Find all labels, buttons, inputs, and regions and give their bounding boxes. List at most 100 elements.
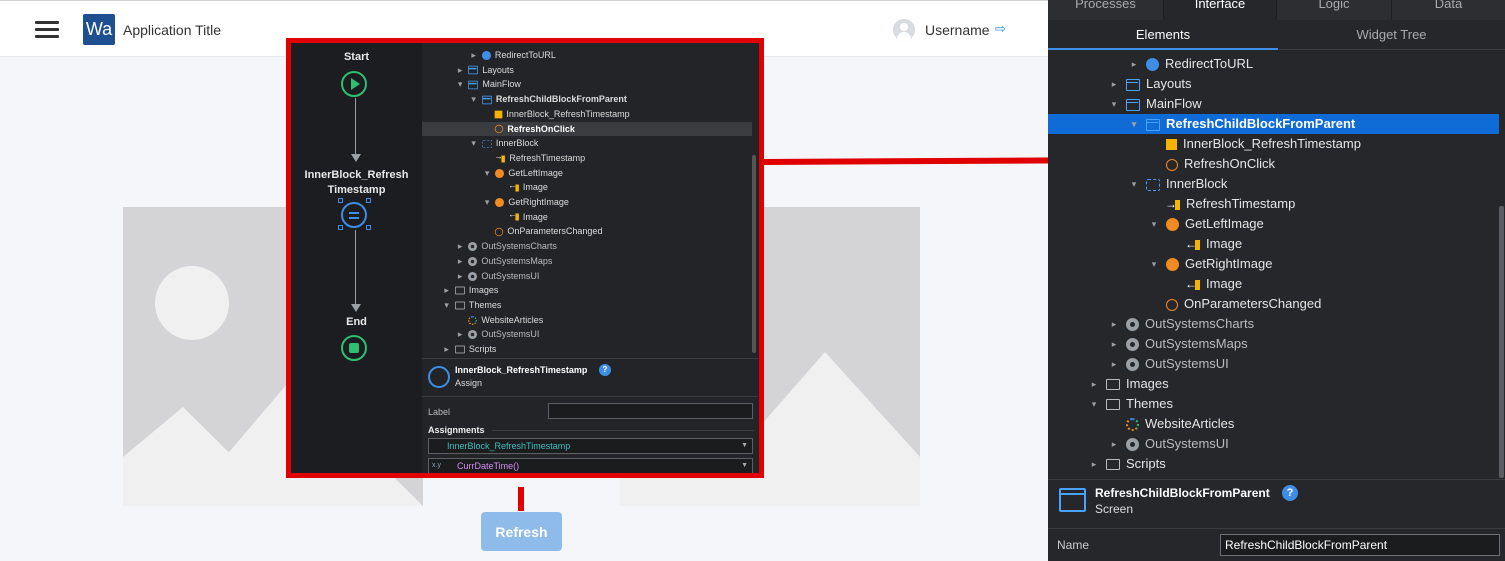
scrollbar[interactable]: [1499, 206, 1504, 478]
chevron-down-icon[interactable]: ▾: [483, 195, 491, 210]
chevron-right-icon[interactable]: ▸: [456, 239, 464, 254]
chevron-down-icon[interactable]: ▾: [470, 92, 478, 107]
aggregate-icon: [495, 168, 505, 178]
tree-item[interactable]: ▾ GetRightImage: [422, 195, 752, 210]
tree-item[interactable]: ▸ OutSystemsCharts: [422, 239, 752, 254]
chevron-down-icon[interactable]: ▾: [1148, 254, 1160, 274]
chevron-right-icon[interactable]: ▸: [1108, 334, 1120, 354]
tree-item[interactable]: ▾ RefreshChildBlockFromParent: [1048, 114, 1499, 134]
tree-item[interactable]: RefreshOnClick: [1048, 154, 1499, 174]
input-parameter-icon: [495, 151, 506, 163]
tab-logic[interactable]: Logic: [1277, 0, 1392, 20]
selection-handle[interactable]: [338, 198, 343, 203]
tree-item[interactable]: ▸ OutSystemsUI: [1048, 354, 1499, 374]
chevron-right-icon[interactable]: ▸: [456, 269, 464, 284]
end-node-icon[interactable]: [341, 335, 367, 361]
chevron-right-icon[interactable]: ▸: [1108, 434, 1120, 454]
tree-item[interactable]: Image: [422, 210, 752, 225]
start-node-icon[interactable]: [341, 71, 367, 97]
tree-item[interactable]: ▾ GetLeftImage: [1048, 214, 1499, 234]
tree-item[interactable]: ▸ Scripts: [1048, 454, 1499, 474]
tree-item[interactable]: OnParametersChanged: [422, 224, 752, 239]
tab-processes[interactable]: Processes: [1048, 0, 1164, 20]
chevron-right-icon[interactable]: ▸: [1088, 374, 1100, 394]
chevron-down-icon[interactable]: ▾: [1088, 394, 1100, 414]
chevron-right-icon[interactable]: ▸: [1108, 354, 1120, 374]
avatar[interactable]: [893, 19, 915, 41]
chevron-down-icon[interactable]: ▾: [1128, 114, 1140, 134]
assignment-value-select[interactable]: x.y CurrDateTime() ▼: [428, 458, 753, 473]
tree-item[interactable]: ▸ Images: [422, 283, 752, 298]
assignment-target-select[interactable]: InnerBlock_RefreshTimestamp ▼: [428, 438, 753, 454]
help-icon[interactable]: ?: [1282, 485, 1298, 501]
tree-item[interactable]: ▾ GetRightImage: [1048, 254, 1499, 274]
tab-elements[interactable]: Elements: [1048, 20, 1278, 50]
tree-item[interactable]: ▸ RedirectToURL: [1048, 54, 1499, 74]
selection-handle[interactable]: [338, 225, 343, 230]
tree-item[interactable]: InnerBlock_RefreshTimestamp: [1048, 134, 1499, 154]
tree-item[interactable]: ▾ Themes: [422, 298, 752, 313]
tree-item[interactable]: ▾ InnerBlock: [1048, 174, 1499, 194]
tree-item[interactable]: ▸ OutSystemsMaps: [1048, 334, 1499, 354]
username[interactable]: Username: [925, 22, 990, 38]
chevron-down-icon[interactable]: ▾: [483, 166, 491, 181]
chevron-right-icon[interactable]: ▸: [1108, 314, 1120, 334]
tree-item[interactable]: ▸ Images: [1048, 374, 1499, 394]
tree-item[interactable]: Image: [1048, 234, 1499, 254]
chevron-right-icon[interactable]: ▸: [456, 327, 464, 342]
tree-item[interactable]: WebsiteArticles: [1048, 414, 1499, 434]
help-icon[interactable]: ?: [599, 364, 611, 376]
chevron-down-icon[interactable]: ▾: [443, 298, 451, 313]
tree-item[interactable]: ▸ Layouts: [1048, 74, 1499, 94]
tree-item[interactable]: ▸ Scripts: [422, 342, 752, 357]
tab-data[interactable]: Data: [1392, 0, 1505, 20]
chevron-down-icon[interactable]: ▾: [456, 77, 464, 92]
scrollbar[interactable]: [752, 155, 756, 353]
tree-item[interactable]: ▾ GetLeftImage: [422, 166, 752, 181]
tree-item[interactable]: ▾ InnerBlock: [422, 136, 752, 151]
chevron-right-icon[interactable]: ▸: [1088, 454, 1100, 474]
tree-item[interactable]: ▾ MainFlow: [1048, 94, 1499, 114]
assign-node-icon[interactable]: [341, 202, 367, 228]
tree-item[interactable]: RefreshTimestamp: [1048, 194, 1499, 214]
tree-item[interactable]: ▸ OutSystemsUI: [1048, 434, 1499, 454]
chevron-right-icon[interactable]: ▸: [456, 254, 464, 269]
chevron-right-icon[interactable]: ▸: [1108, 74, 1120, 94]
tree-item-label: RefreshOnClick: [507, 123, 575, 134]
menu-icon[interactable]: [35, 21, 59, 39]
tree-item[interactable]: OnParametersChanged: [1048, 294, 1499, 314]
selection-handle[interactable]: [366, 225, 371, 230]
tree-item[interactable]: ▸ OutSystemsUI: [422, 269, 752, 284]
tree-item[interactable]: ▸ OutSystemsUI: [422, 327, 752, 342]
tree-item[interactable]: ▾ MainFlow: [422, 77, 752, 92]
tree-item[interactable]: ▸ Layouts: [422, 63, 752, 78]
tree-item[interactable]: RefreshOnClick: [422, 121, 752, 137]
name-input[interactable]: [1220, 534, 1500, 556]
tree-item[interactable]: Image: [1048, 274, 1499, 294]
divider: [492, 430, 754, 431]
tree-item[interactable]: WebsiteArticles: [422, 313, 752, 328]
tab-interface[interactable]: Interface: [1164, 0, 1277, 20]
tree-item[interactable]: ▾ RefreshChildBlockFromParent: [422, 92, 752, 107]
refresh-button[interactable]: Refresh: [481, 512, 562, 551]
chevron-down-icon[interactable]: ▾: [1148, 214, 1160, 234]
chevron-right-icon[interactable]: ▸: [470, 48, 478, 63]
tree-item[interactable]: ▸ OutSystemsMaps: [422, 254, 752, 269]
tree-item[interactable]: InnerBlock_RefreshTimestamp: [422, 107, 752, 122]
chevron-right-icon[interactable]: ▸: [443, 342, 451, 357]
tree-item[interactable]: ▸ RedirectToURL: [422, 48, 752, 63]
chevron-down-icon[interactable]: ▾: [470, 136, 478, 151]
tree-item[interactable]: RefreshTimestamp: [422, 151, 752, 166]
chevron-right-icon[interactable]: ▸: [456, 63, 464, 78]
chevron-right-icon[interactable]: ▸: [443, 283, 451, 298]
selection-handle[interactable]: [366, 198, 371, 203]
tab-widget-tree[interactable]: Widget Tree: [1278, 20, 1505, 50]
chevron-right-icon[interactable]: ▸: [1128, 54, 1140, 74]
chevron-down-icon[interactable]: ▾: [1108, 94, 1120, 114]
label-field-input[interactable]: [548, 403, 753, 419]
tree-item[interactable]: ▾ Themes: [1048, 394, 1499, 414]
chevron-down-icon[interactable]: ▾: [1128, 174, 1140, 194]
tree-item[interactable]: Image: [422, 180, 752, 195]
logout-icon[interactable]: ⇨: [995, 21, 1006, 37]
tree-item[interactable]: ▸ OutSystemsCharts: [1048, 314, 1499, 334]
